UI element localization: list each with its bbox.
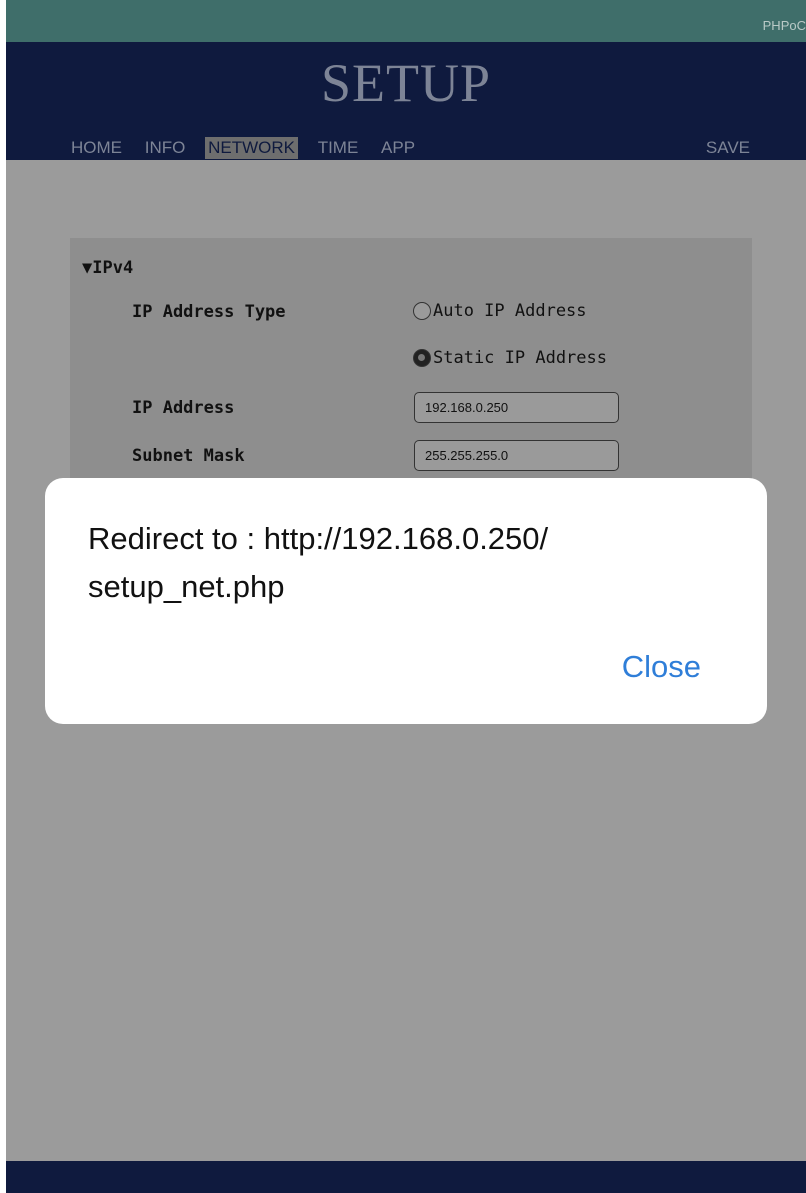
- ip-address-label: IP Address: [132, 398, 235, 418]
- subnet-mask-label: Subnet Mask: [132, 446, 245, 466]
- top-bar: PHPoC: [6, 0, 806, 42]
- setup-header: SETUP HOME INFO NETWORK TIME APP SAVE: [6, 42, 806, 160]
- tab-time[interactable]: TIME: [315, 137, 362, 159]
- radio-auto-ip[interactable]: Auto IP Address: [413, 301, 587, 321]
- ipv4-section-toggle[interactable]: ▼IPv4: [82, 258, 133, 278]
- close-button[interactable]: Close: [622, 649, 701, 685]
- brand-label: PHPoC: [762, 18, 806, 33]
- dialog-message-line-1: Redirect to : http://192.168.0.250/: [88, 521, 549, 556]
- page-title: SETUP: [320, 53, 492, 113]
- dialog-message-line-2: setup_net.php: [88, 569, 285, 604]
- redirect-dialog: Redirect to : http://192.168.0.250/setup…: [45, 478, 767, 724]
- radio-static-ip[interactable]: Static IP Address: [413, 348, 607, 368]
- radio-static-ip-button[interactable]: [413, 349, 431, 367]
- radio-auto-ip-button[interactable]: [413, 302, 431, 320]
- nav-bar: HOME INFO NETWORK TIME APP: [68, 137, 430, 159]
- tab-info[interactable]: INFO: [142, 137, 189, 159]
- tab-network[interactable]: NETWORK: [205, 137, 298, 159]
- radio-auto-ip-label: Auto IP Address: [433, 301, 587, 321]
- ip-type-label: IP Address Type: [132, 302, 286, 322]
- tab-home[interactable]: HOME: [68, 137, 125, 159]
- tab-app[interactable]: APP: [378, 137, 418, 159]
- radio-static-ip-label: Static IP Address: [433, 348, 607, 368]
- subnet-mask-input[interactable]: 255.255.255.0: [414, 440, 619, 471]
- dialog-message: Redirect to : http://192.168.0.250/setup…: [88, 515, 728, 611]
- save-button[interactable]: SAVE: [706, 138, 750, 158]
- footer-bar: [6, 1161, 806, 1193]
- ip-address-input[interactable]: 192.168.0.250: [414, 392, 619, 423]
